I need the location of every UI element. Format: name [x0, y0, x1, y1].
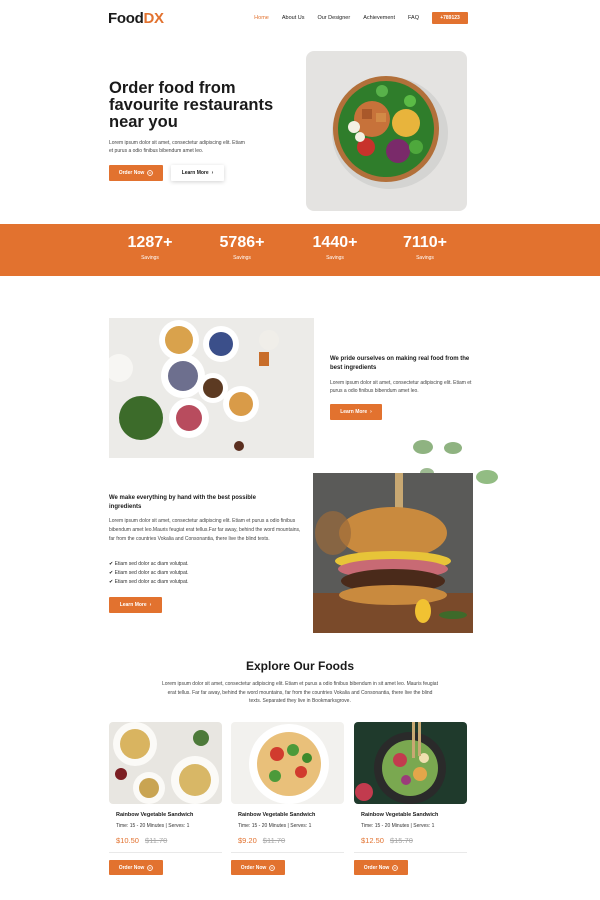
- food-meta: Time: 15 - 20 Minutes | Serves: 1: [238, 823, 312, 829]
- stat-item: 5786+ Savings: [207, 234, 277, 261]
- hero-title: Order food from favourite restaurants ne…: [109, 79, 274, 131]
- stat-value: 7110+: [402, 234, 448, 251]
- main-nav: Home About Us Our Designer Achievement F…: [254, 12, 468, 24]
- stat-item: 7110+ Savings: [390, 234, 460, 261]
- nav-achievement[interactable]: Achievement: [363, 15, 395, 21]
- food-card: Rainbow Vegetable Sandwich Time: 15 - 20…: [231, 722, 344, 882]
- chevron-right-icon: ›: [149, 602, 152, 608]
- basket-icon: [147, 170, 154, 176]
- card-order-now-button[interactable]: Order Now: [109, 860, 163, 875]
- hero-order-now-label: Order Now: [118, 170, 145, 176]
- price-group: $12.50 $15.70: [361, 836, 413, 845]
- site-header: FoodDX Home About Us Our Designer Achiev…: [108, 8, 468, 28]
- nav-faq[interactable]: FAQ: [408, 15, 419, 21]
- stats-band: 1287+ Savings 5786+ Savings 1440+ Saving…: [0, 224, 600, 276]
- nav-home[interactable]: Home: [254, 15, 269, 21]
- farfalle-salad-image: [231, 722, 344, 804]
- card-order-now-button[interactable]: Order Now: [231, 860, 285, 875]
- feature2-checklist: Etiam sed dolor ac diam volutpat. Etiam …: [109, 560, 189, 587]
- card-order-now-label: Order Now: [118, 864, 145, 871]
- pasta-salad-image: [109, 722, 222, 804]
- food-name: Rainbow Vegetable Sandwich: [361, 812, 439, 818]
- stat-item: 1287+ Savings: [115, 234, 185, 261]
- card-order-now-label: Order Now: [240, 864, 267, 871]
- feature2-learn-more-button[interactable]: Learn More ›: [109, 597, 162, 613]
- food-card: Rainbow Vegetable Sandwich Time: 15 - 20…: [109, 722, 222, 882]
- feature1-learn-more-label: Learn More: [340, 409, 368, 415]
- stat-label: Savings: [141, 255, 159, 261]
- burger-image: [313, 473, 473, 633]
- nav-about-us[interactable]: About Us: [282, 15, 305, 21]
- stat-value: 5786+: [219, 234, 265, 251]
- card-divider: [354, 852, 467, 853]
- logo-text-dx: DX: [143, 9, 164, 27]
- chevron-right-icon: ›: [211, 170, 214, 176]
- price-group: $9.20 $11.70: [238, 836, 285, 845]
- nav-our-designer[interactable]: Our Designer: [317, 15, 350, 21]
- food-name: Rainbow Vegetable Sandwich: [238, 812, 316, 818]
- checklist-item: Etiam sed dolor ac diam volutpat.: [109, 578, 189, 587]
- breakfast-table-image: [109, 318, 314, 458]
- food-old-price: $11.70: [262, 836, 286, 845]
- food-name: Rainbow Vegetable Sandwich: [116, 812, 194, 818]
- feature1-description: Lorem ipsum dolor sit amet, consectetur …: [330, 380, 472, 394]
- hero-salad-bowl-image: [306, 51, 467, 211]
- hero-learn-more-label: Learn More: [181, 170, 209, 176]
- explore-title: Explore Our Foods: [245, 659, 354, 673]
- grain-bowl-image: [354, 722, 467, 804]
- food-old-price: $11.70: [144, 836, 168, 845]
- food-price: $10.50: [116, 836, 139, 845]
- food-meta: Time: 15 - 20 Minutes | Serves: 1: [361, 823, 435, 829]
- hero-buttons: Order Now Learn More ›: [109, 165, 224, 181]
- stat-value: 1440+: [312, 234, 358, 251]
- stat-item: 1440+ Savings: [300, 234, 370, 261]
- feature1-learn-more-button[interactable]: Learn More ›: [330, 404, 382, 420]
- card-order-now-button[interactable]: Order Now: [354, 860, 408, 875]
- food-card: Rainbow Vegetable Sandwich Time: 15 - 20…: [354, 722, 467, 882]
- food-old-price: $15.70: [389, 836, 413, 845]
- feature1-title: We pride ourselves on making real food f…: [330, 356, 470, 371]
- card-order-now-label: Order Now: [363, 864, 390, 871]
- explore-description: Lorem ipsum dolor sit amet, consectetur …: [162, 681, 438, 704]
- feature2-description: Lorem ipsum dolor sit amet, consectetur …: [109, 518, 301, 542]
- stat-label: Savings: [233, 255, 251, 261]
- chevron-right-icon: ›: [370, 409, 372, 415]
- hero-learn-more-button[interactable]: Learn More ›: [171, 165, 224, 181]
- food-meta: Time: 15 - 20 Minutes | Serves: 1: [116, 823, 190, 829]
- checklist-item: Etiam sed dolor ac diam volutpat.: [109, 569, 189, 578]
- hero-order-now-button[interactable]: Order Now: [109, 165, 163, 181]
- food-price: $9.20: [238, 836, 257, 845]
- card-divider: [109, 852, 222, 853]
- stat-label: Savings: [416, 255, 434, 261]
- phone-button[interactable]: +789123: [432, 12, 468, 24]
- food-price: $12.50: [361, 836, 384, 845]
- stat-label: Savings: [326, 255, 344, 261]
- logo-text-food: Food: [108, 9, 144, 27]
- basket-icon: [392, 864, 399, 871]
- feature2-learn-more-label: Learn More: [119, 602, 147, 608]
- hero-description: Lorem ipsum dolor sit amet, consectetur …: [109, 140, 245, 154]
- basket-icon: [147, 864, 154, 871]
- feature2-title: We make everything by hand with the best…: [109, 495, 256, 510]
- price-group: $10.50 $11.70: [116, 836, 167, 845]
- basket-icon: [269, 864, 276, 871]
- stat-value: 1287+: [127, 234, 173, 251]
- card-divider: [231, 852, 344, 853]
- logo[interactable]: FoodDX: [108, 10, 164, 27]
- checklist-item: Etiam sed dolor ac diam volutpat.: [109, 560, 189, 569]
